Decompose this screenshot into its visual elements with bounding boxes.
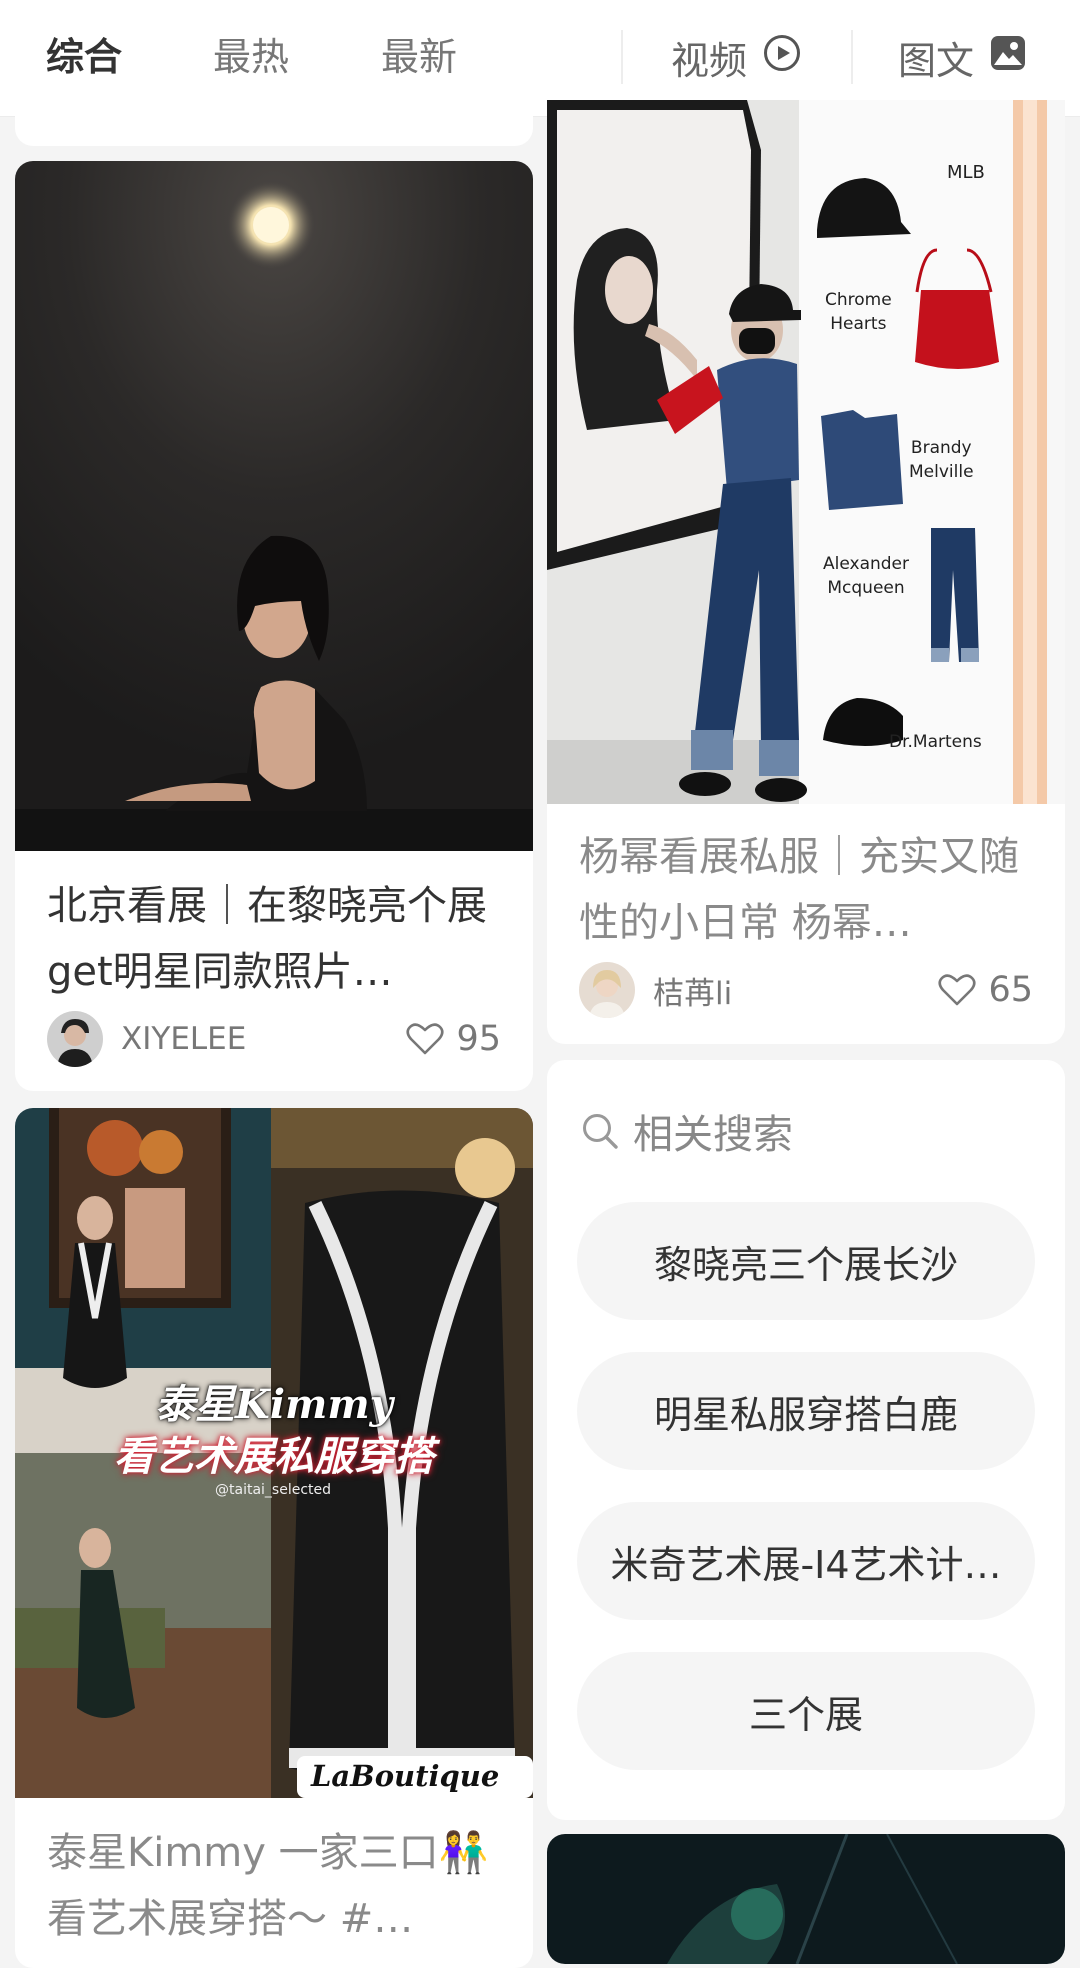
related-search-heading: 相关搜索 [581, 1102, 793, 1160]
avatar[interactable] [47, 1011, 103, 1067]
like-button[interactable]: 65 [938, 970, 1033, 1010]
cover-label-martens: Dr.Martens [889, 732, 982, 752]
cover-label-chrome: Chrome Hearts [825, 290, 892, 334]
cover-brand: LaBoutique [311, 1759, 500, 1793]
author-name[interactable]: XIYELEE [121, 1021, 406, 1057]
like-count: 65 [988, 970, 1033, 1010]
feed-card[interactable]: 北京看展｜在黎晓亮个展get明星同款照片… XIYELEE 95 [15, 161, 533, 1091]
feed-card[interactable]: MLB Chrome Hearts Brandy Melville Alexan… [547, 100, 1065, 1044]
avatar[interactable] [579, 962, 635, 1018]
divider [621, 30, 623, 84]
note-title: 杨幂看展私服｜充实又随性的小日常 杨幂… [579, 834, 1019, 946]
filter-graphic-label: 图文 [898, 38, 975, 83]
related-search-title: 相关搜索 [633, 1112, 793, 1158]
note-meta: 桔苒li 65 [579, 962, 1033, 1018]
search-icon [583, 1114, 618, 1149]
note-cover-image: 泰星Kimmy 看艺术展私服穿搭 @taitai_selected LaBout… [15, 1108, 533, 1798]
heart-icon [406, 1023, 445, 1055]
tab-hottest[interactable]: 最热 [213, 32, 289, 82]
feed-card-partial[interactable] [15, 100, 533, 146]
note-title: 北京看展｜在黎晓亮个展get明星同款照片… [47, 883, 487, 995]
like-button[interactable]: 95 [406, 1019, 501, 1059]
feed-card-partial[interactable] [547, 1834, 1065, 1964]
related-search-item[interactable]: 明星私服穿搭白鹿 [577, 1352, 1035, 1470]
filter-video[interactable]: 视频 [671, 32, 801, 83]
related-search-item[interactable]: 三个展 [577, 1652, 1035, 1770]
related-search-card: 相关搜索 黎晓亮三个展长沙 明星私服穿搭白鹿 米奇艺术展-I4艺术计… 三个展 [547, 1060, 1065, 1820]
cover-title-line1: 泰星Kimmy [155, 1381, 393, 1428]
related-search-item[interactable]: 米奇艺术展-I4艺术计… [577, 1502, 1035, 1620]
cover-label-mcqueen: Alexander Mcqueen [823, 554, 910, 598]
note-cover-image [547, 1834, 1065, 1964]
cover-title-line2: 看艺术展私服穿搭 [114, 1433, 434, 1480]
feed-card[interactable]: 泰星Kimmy 看艺术展私服穿搭 @taitai_selected LaBout… [15, 1108, 533, 1968]
author-name[interactable]: 桔苒li [653, 968, 938, 1013]
note-cover-image [15, 161, 533, 851]
image-icon [990, 35, 1026, 80]
like-count: 95 [456, 1019, 501, 1059]
filter-graphic[interactable]: 图文 [898, 32, 1026, 83]
heart-icon [938, 974, 977, 1006]
play-circle-icon [763, 34, 801, 81]
tab-comprehensive[interactable]: 综合 [46, 32, 122, 82]
cover-handle: @taitai_selected [215, 1482, 332, 1498]
divider [851, 30, 853, 84]
note-cover-image: MLB Chrome Hearts Brandy Melville Alexan… [547, 100, 1065, 804]
note-meta: XIYELEE 95 [47, 1011, 501, 1067]
filter-video-label: 视频 [671, 38, 748, 83]
related-search-item[interactable]: 黎晓亮三个展长沙 [577, 1202, 1035, 1320]
note-title: 泰星Kimmy 一家三口👫看艺术展穿搭～ #… [47, 1830, 489, 1942]
tab-newest[interactable]: 最新 [381, 32, 457, 82]
cover-label-mlb: MLB [947, 162, 985, 183]
cover-label-brandy: Brandy Melville [909, 438, 974, 482]
